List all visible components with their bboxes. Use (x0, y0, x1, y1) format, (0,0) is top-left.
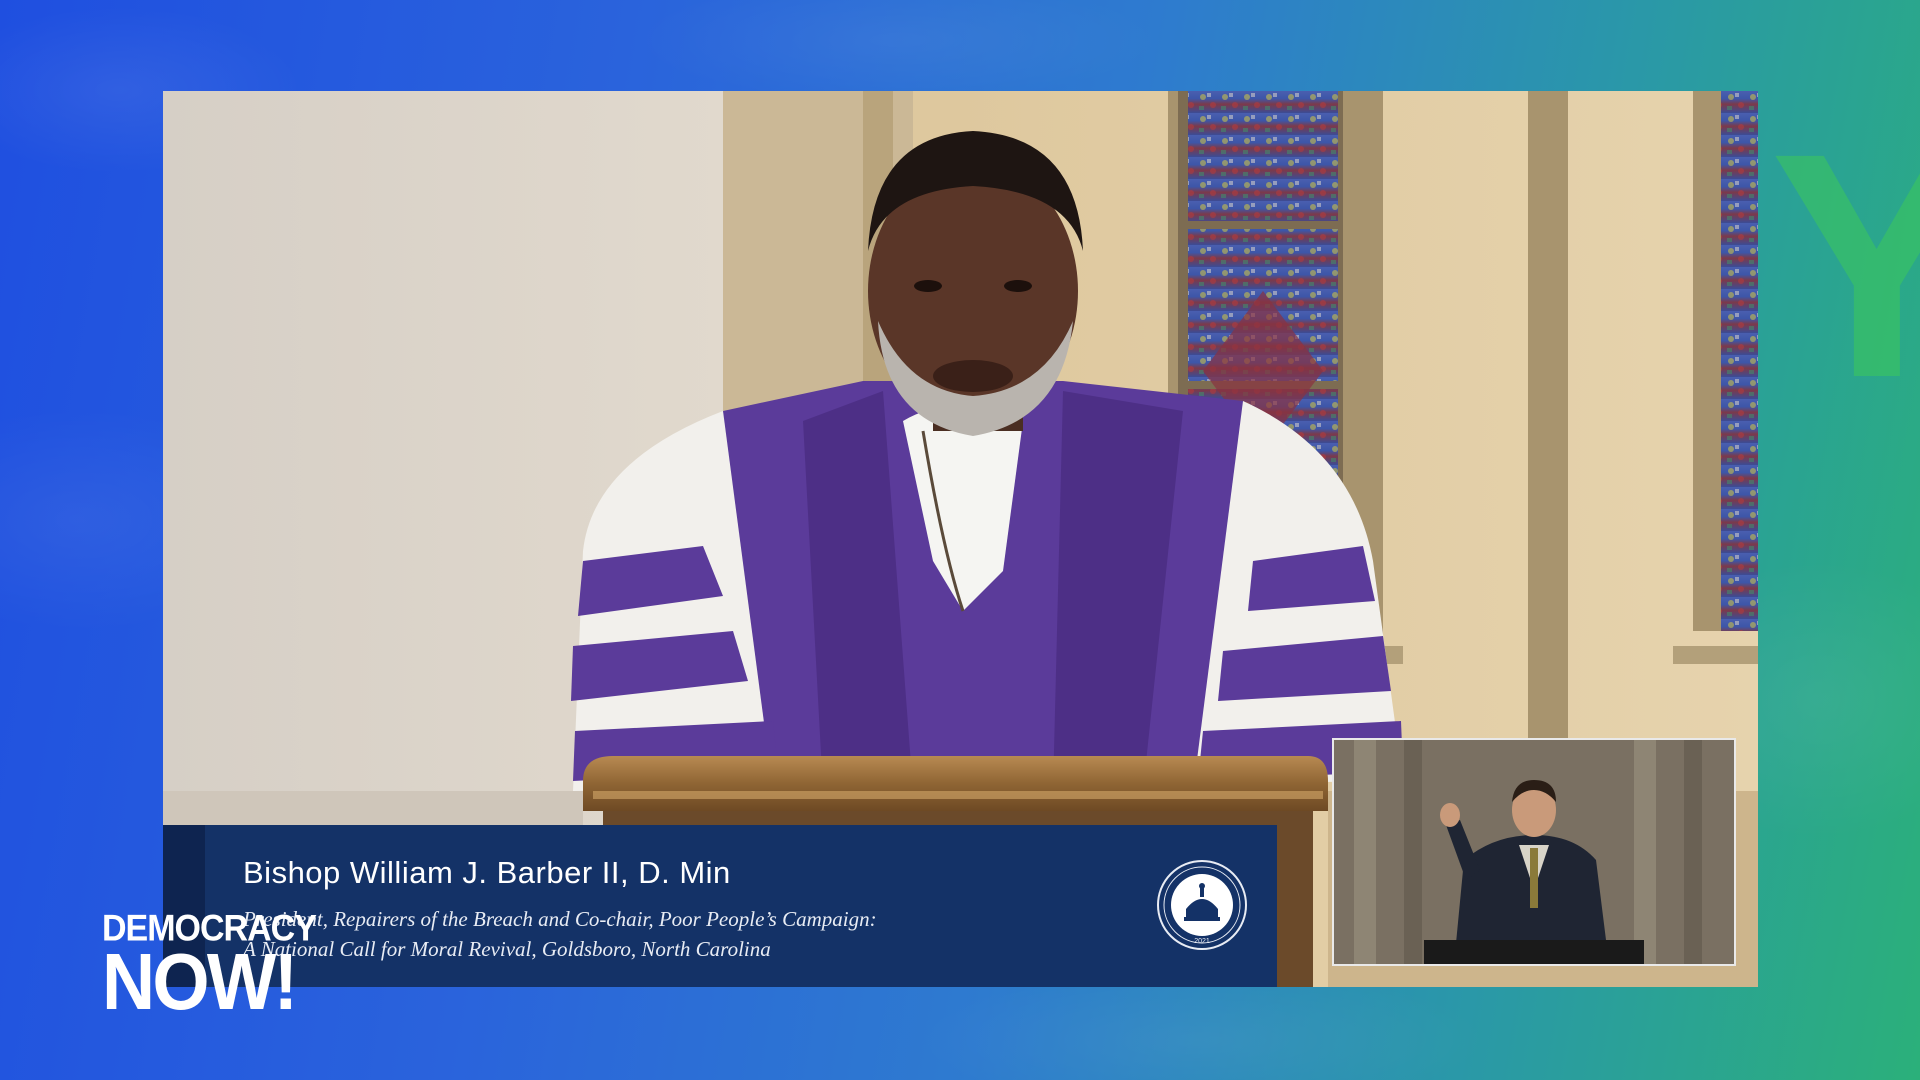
broadcast-frame: Y Bishop William J. Barber II, D. Min Pr… (0, 0, 1920, 1080)
seal-year: 2021 (1194, 938, 1210, 945)
inaugural-seal-icon: 2021 (1157, 860, 1247, 950)
speaker-title-line-1: President, Repairers of the Breach and C… (243, 907, 877, 931)
speaker-name: Bishop William J. Barber II, D. Min (243, 855, 731, 890)
lower-third-banner: Bishop William J. Barber II, D. Min Pres… (163, 825, 1277, 987)
democracy-now-logo: DEMOCRACY NOW! (102, 908, 317, 1038)
background-letter: Y (1770, 110, 1920, 420)
interpreter-scene (1334, 740, 1734, 964)
interpreter-video-inset (1332, 738, 1736, 966)
logo-line-now: NOW! (102, 937, 298, 1026)
speaker-title-line-2: A National Call for Moral Revival, Golds… (243, 937, 771, 961)
